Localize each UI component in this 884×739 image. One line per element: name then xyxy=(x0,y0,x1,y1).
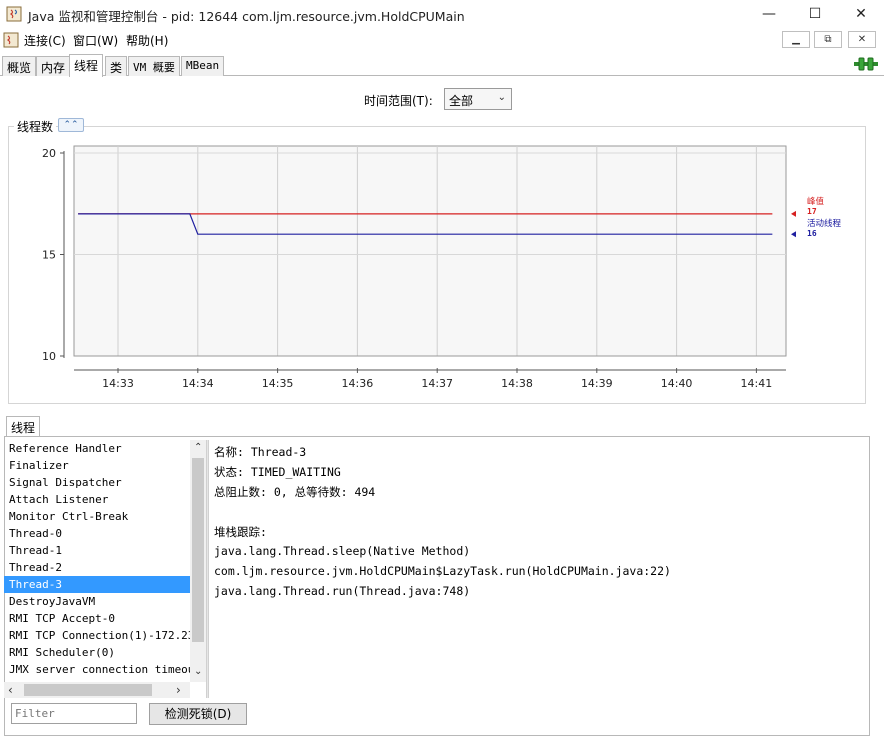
scroll-up-icon[interactable]: ⌃ xyxy=(194,442,202,453)
thread-list-item[interactable]: Thread-1 xyxy=(4,542,190,559)
chart-title: 线程数 xyxy=(14,118,57,135)
double-chevron-up-icon[interactable]: ⌃⌃ xyxy=(58,118,84,132)
detect-deadlock-button[interactable]: 检测死锁(D) xyxy=(149,703,247,725)
x-tick-label: 14:41 xyxy=(741,377,773,390)
x-tick-label: 14:39 xyxy=(581,377,613,390)
thread-list-item[interactable]: RMI Scheduler(0) xyxy=(4,644,190,661)
legend-current-value: 17 xyxy=(807,207,817,216)
plot-area xyxy=(73,145,787,357)
thread-name-line: 名称: Thread-3 xyxy=(214,445,307,459)
thread-state-line: 状态: TIMED_WAITING xyxy=(214,465,341,479)
thread-list-item[interactable]: Attach Listener xyxy=(4,491,190,508)
x-tick-label: 14:33 xyxy=(102,377,134,390)
x-tick-label: 14:36 xyxy=(342,377,374,390)
legend-series-name: 峰值 xyxy=(807,196,825,207)
thread-list-item[interactable]: Monitor Ctrl-Break xyxy=(4,508,190,525)
thread-count-chart: 14:33 14:34 14:35 14:36 14:37 14:38 14:39 14:40… xyxy=(42,145,842,390)
thread-filter-input[interactable] xyxy=(11,703,137,724)
y-tick-label: 10 xyxy=(42,350,56,363)
split-pane-divider[interactable] xyxy=(206,440,209,698)
stack-frame: com.ljm.resource.jvm.HoldCPUMain$LazyTas… xyxy=(214,564,671,578)
scroll-right-icon[interactable]: › xyxy=(176,683,181,697)
scroll-left-icon[interactable]: ‹ xyxy=(8,683,13,697)
thread-list-vertical-scrollbar[interactable]: ⌃ ⌄ xyxy=(190,440,206,682)
x-tick-label: 14:37 xyxy=(421,377,453,390)
horizontal-scroll-thumb[interactable] xyxy=(24,684,152,696)
legend-series-name: 活动线程 xyxy=(807,218,842,229)
legend-marker xyxy=(791,231,796,238)
thread-detail: 名称: Thread-3 状态: TIMED_WAITING 总阻止数: 0, … xyxy=(212,440,864,698)
thread-counts-line: 总阻止数: 0, 总等待数: 494 xyxy=(214,485,376,499)
thread-list-item[interactable]: RMI TCP Accept-0 xyxy=(4,610,190,627)
thread-list-item[interactable]: Thread-2 xyxy=(4,559,190,576)
vertical-scroll-thumb[interactable] xyxy=(192,458,204,642)
thread-list-item[interactable]: JMX server connection timeout xyxy=(4,661,190,678)
stack-frame: java.lang.Thread.run(Thread.java:748) xyxy=(214,584,471,598)
x-tick-label: 14:35 xyxy=(262,377,294,390)
x-tick-label: 14:38 xyxy=(501,377,533,390)
thread-list[interactable]: Reference Handler Finalizer Signal Dispatc… xyxy=(4,440,190,682)
y-tick-label: 15 xyxy=(42,249,56,262)
thread-list-item[interactable]: Thread-3 xyxy=(4,576,190,593)
scroll-down-icon[interactable]: ⌄ xyxy=(194,666,202,677)
stack-trace-header: 堆栈跟踪: xyxy=(214,525,267,539)
thread-list-item[interactable]: Thread-0 xyxy=(4,525,190,542)
legend-marker xyxy=(791,210,796,217)
legend-current-value: 16 xyxy=(807,229,817,238)
thread-list-item[interactable]: Reference Handler xyxy=(4,440,190,457)
x-tick-label: 14:34 xyxy=(182,377,214,390)
thread-list-item[interactable]: Finalizer xyxy=(4,457,190,474)
thread-list-item[interactable]: Signal Dispatcher xyxy=(4,474,190,491)
stack-frame: java.lang.Thread.sleep(Native Method) xyxy=(214,544,471,558)
thread-list-item[interactable]: DestroyJavaVM xyxy=(4,593,190,610)
thread-list-item[interactable]: RMI TCP Connection(1)-172.23.2 xyxy=(4,627,190,644)
x-tick-label: 14:40 xyxy=(661,377,693,390)
thread-list-horizontal-scrollbar[interactable]: ‹ › xyxy=(4,682,190,698)
y-tick-label: 20 xyxy=(42,147,56,160)
threads-subtab[interactable]: 线程 xyxy=(6,416,41,436)
